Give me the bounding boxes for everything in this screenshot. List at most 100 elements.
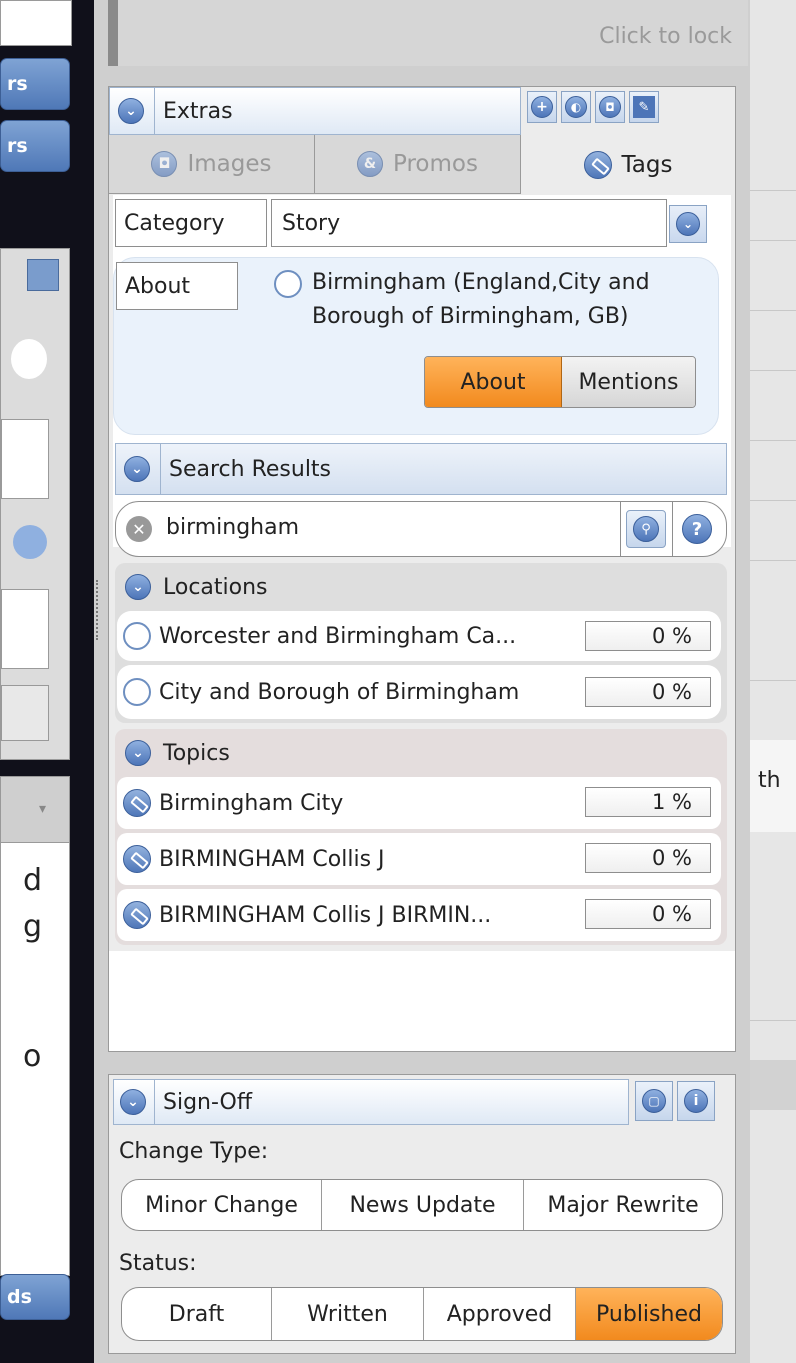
list-item-name: City and Borough of Birmingham [159,679,520,705]
draft-button[interactable]: Draft [122,1288,272,1340]
collapse-icon[interactable]: ⌄ [125,740,151,766]
left-letter-2: g [23,909,43,944]
list-item[interactable]: BIRMINGHAM Collis J 0 % [117,833,721,885]
tag-icon[interactable] [123,901,151,929]
add-icon[interactable]: + [527,91,557,123]
category-dropdown-button[interactable]: ⌄ [669,205,707,243]
topics-group: ⌄ Topics Birmingham City 1 % BIRMINGHAM … [115,729,727,945]
search-input[interactable]: birmingham [166,515,299,540]
left-round-icon[interactable] [11,339,47,379]
tag-radio-icon[interactable] [274,270,302,298]
extras-panel: ⌄ Extras + ◐ ◘ ✎ ◘ Images & Promos Tags [108,86,736,1052]
news-update-button[interactable]: News Update [322,1180,524,1230]
collapse-icon[interactable]: ⌄ [120,1089,146,1115]
left-button-2-label: rs [7,135,28,157]
left-white-field-2[interactable] [1,589,49,669]
help-icon[interactable]: ? [682,514,712,544]
approved-button[interactable]: Approved [424,1288,576,1340]
list-item[interactable]: Worcester and Birmingham Ca... 0 % [117,611,721,661]
document-toolbar [750,1060,796,1110]
collapse-icon[interactable]: ⌄ [124,456,150,482]
list-item[interactable]: Birmingham City 1 % [117,777,721,829]
about-label: About [125,273,191,299]
left-button-1-label: rs [7,73,28,95]
written-button[interactable]: Written [272,1288,424,1340]
signoff-header-actions: ▢ i [635,1081,715,1121]
about-tag-line1: Birmingham (England,City and [312,270,650,295]
left-panel: rs rs ▾ d g o ds [0,0,94,1363]
change-type-label: Change Type: [119,1139,269,1164]
status-label: Status: [119,1251,197,1276]
tab-images-label: Images [187,151,272,177]
left-button-1[interactable]: rs [0,58,70,110]
list-item[interactable]: BIRMINGHAM Collis J BIRMIN... 0 % [117,889,721,941]
left-small-box[interactable] [1,685,49,741]
lock-icon[interactable]: ▢ [635,1081,673,1121]
relevance-score: 0 % [585,677,711,707]
extras-header[interactable]: ⌄ Extras [109,87,521,135]
clear-icon[interactable]: ✕ [126,516,152,542]
left-button-2[interactable]: rs [0,120,70,172]
about-tag-text: Birmingham (England,City and Borough of … [312,266,650,334]
chevron-down-icon: ▾ [39,801,47,817]
minor-change-button[interactable]: Minor Change [122,1180,322,1230]
about-tag-line2: Borough of Birmingham, GB) [312,304,629,329]
locations-title: Locations [163,574,268,600]
relevance-score: 0 % [585,621,711,651]
collapse-icon[interactable]: ⌄ [118,98,144,124]
tab-promos[interactable]: & Promos [315,135,521,193]
relevance-score: 1 % [585,787,711,817]
mentions-toggle-button[interactable]: Mentions [562,357,695,407]
category-value: Story [282,210,341,236]
collapse-icon[interactable]: ⌄ [125,574,151,600]
extras-empty-area [109,951,735,1051]
category-select[interactable]: Story [271,199,667,247]
chevron-down-icon: ⌄ [676,212,700,236]
relevance-score: 0 % [585,843,711,873]
major-rewrite-button[interactable]: Major Rewrite [524,1180,722,1230]
list-item-name: Birmingham City [159,790,344,816]
click-to-lock-label[interactable]: Click to lock [599,24,732,49]
topics-header[interactable]: ⌄ Topics [115,729,727,777]
about-mentions-toggle: About Mentions [424,356,696,408]
extras-title: Extras [163,98,233,124]
tab-images[interactable]: ◘ Images [109,135,315,193]
signoff-title: Sign-Off [163,1089,253,1115]
list-item-name: Worcester and Birmingham Ca... [159,623,517,649]
left-white-field[interactable] [1,419,49,499]
left-dropdown[interactable]: ▾ [0,776,70,844]
left-bottom-button[interactable]: ds [0,1274,70,1320]
left-circle-icon[interactable] [13,525,47,559]
left-person-icon[interactable] [27,259,59,291]
search-box: ✕ birmingham ⚲ ? [115,501,727,557]
search-icon[interactable]: ⚲ [626,510,666,548]
tab-tags[interactable]: Tags [521,135,735,194]
resize-handle[interactable] [96,580,104,640]
tag-icon [583,150,612,179]
globe-icon[interactable]: ◐ [561,91,591,123]
edit-icon[interactable]: ✎ [629,91,659,123]
list-item-name: BIRMINGHAM Collis J [159,846,385,872]
locations-group: ⌄ Locations Worcester and Birmingham Ca.… [115,563,727,723]
info-icon[interactable]: i [677,1081,715,1121]
topics-title: Topics [163,740,230,766]
relevance-score: 0 % [585,899,711,929]
extras-header-actions: + ◐ ◘ ✎ [527,91,659,123]
search-results-header[interactable]: ⌄ Search Results [115,443,727,495]
document-text-fragment: th [758,768,781,793]
tag-icon[interactable] [123,789,151,817]
locations-header[interactable]: ⌄ Locations [115,563,727,611]
tag-icon[interactable] [123,845,151,873]
signoff-header[interactable]: ⌄ Sign-Off [113,1079,629,1125]
about-label-box: About [116,262,238,310]
list-item[interactable]: City and Borough of Birmingham 0 % [117,665,721,719]
tag-radio-icon[interactable] [123,678,151,706]
search-results-title: Search Results [169,456,332,482]
tag-radio-icon[interactable] [123,622,151,650]
document-area: th [750,0,796,1363]
left-input[interactable] [0,0,72,46]
published-button[interactable]: Published [576,1288,722,1340]
about-toggle-button[interactable]: About [425,357,562,407]
category-label-box: Category [115,199,267,247]
camera-icon[interactable]: ◘ [595,91,625,123]
